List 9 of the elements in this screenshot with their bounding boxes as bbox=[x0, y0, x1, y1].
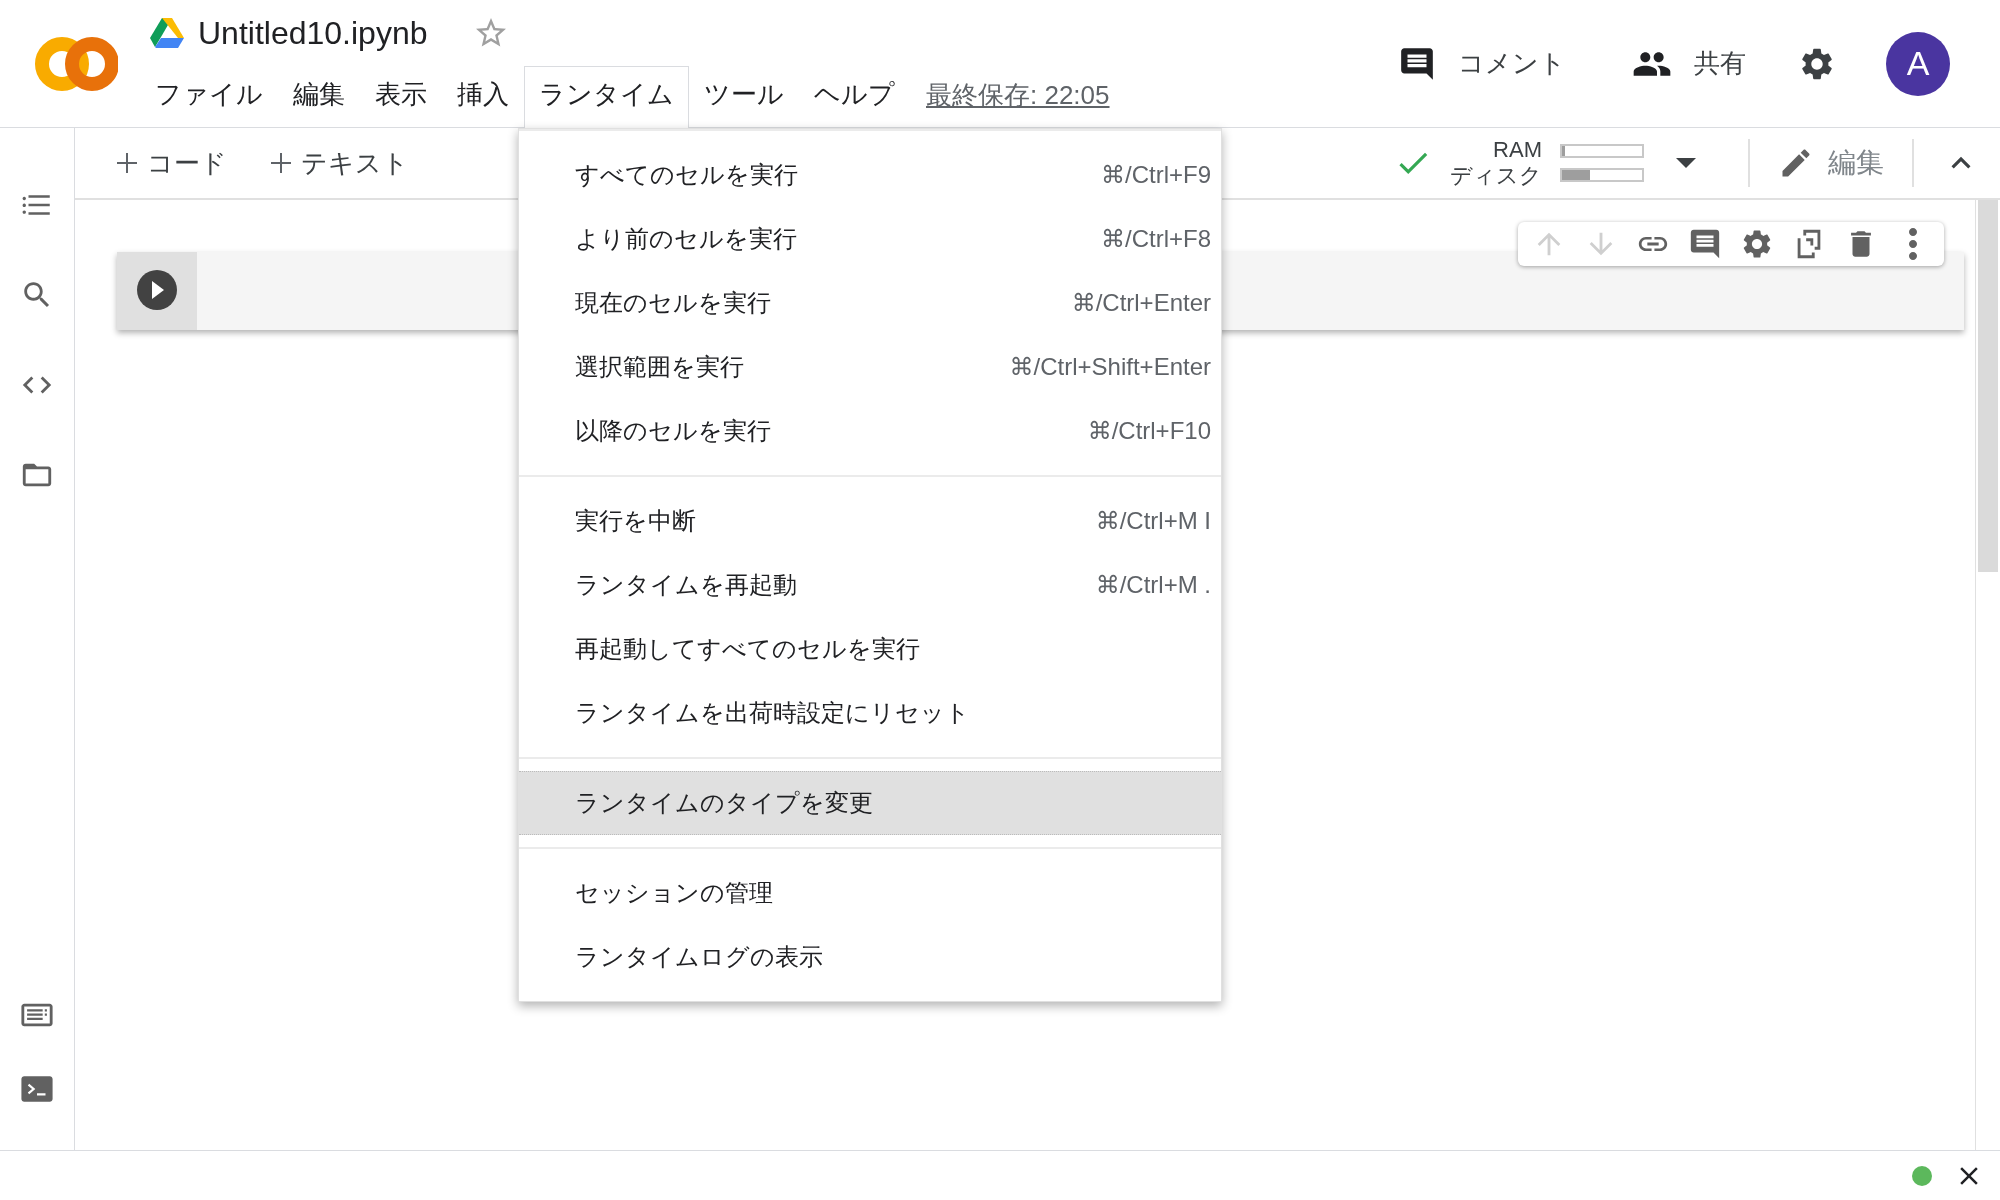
shortcut-text: ⌘/Ctrl+F8 bbox=[1101, 225, 1211, 253]
shortcut-text: ⌘/Ctrl+M I bbox=[1095, 507, 1211, 535]
shortcut-text: ⌘/Ctrl+Enter bbox=[1071, 289, 1211, 317]
shortcut-text: ⌘/Ctrl+F9 bbox=[1101, 161, 1211, 189]
resource-label: RAM bbox=[1493, 137, 1542, 163]
resource-label: ディスク bbox=[1450, 163, 1542, 189]
shortcut-text: ⌘/Ctrl+Shift+Enter bbox=[1009, 353, 1211, 381]
shortcut-text: ⌘/Ctrl+M . bbox=[1095, 571, 1211, 599]
shortcut-text: ⌘/Ctrl+F10 bbox=[1087, 417, 1211, 445]
